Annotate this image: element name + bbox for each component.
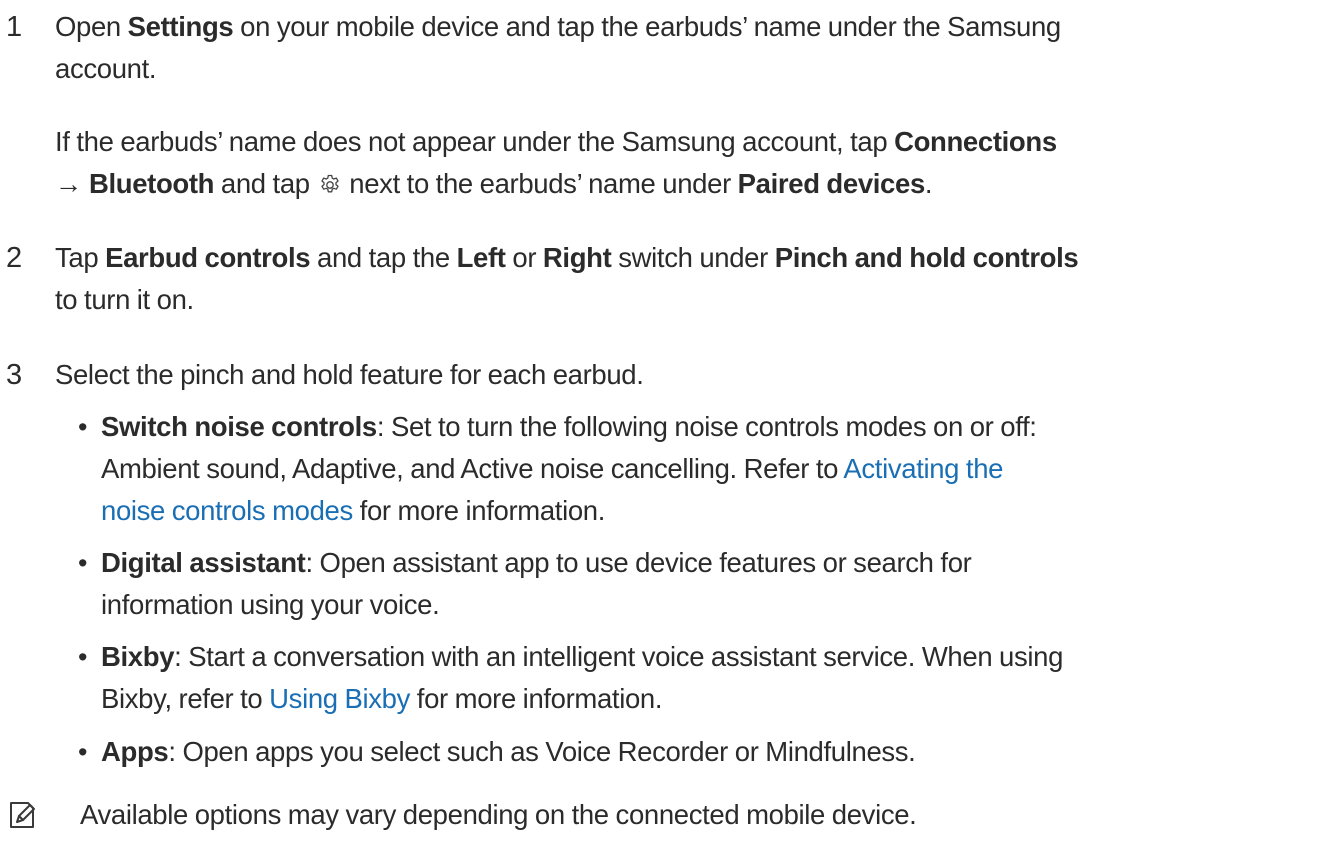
- text: : Set to turn the following noise contro…: [376, 411, 1037, 442]
- text: switch under: [611, 242, 775, 273]
- bullet-switch-noise-controls-line-1: Switch noise controls: Set to turn the f…: [101, 406, 1333, 448]
- ui-term-apps: Apps: [101, 736, 169, 767]
- text: : Open apps you select such as Voice Rec…: [168, 736, 916, 767]
- text: information using your voice.: [101, 589, 440, 620]
- text: Select the pinch and hold feature for ea…: [55, 359, 644, 390]
- bullet-apps-line-1: Apps: Open apps you select such as Voice…: [101, 731, 1333, 773]
- bullet-dot: •: [78, 412, 88, 442]
- document-page: 1 Open Settings on your mobile device an…: [0, 0, 1341, 844]
- bullet-bixby-line-2: Bixby, refer to Using Bixby for more inf…: [101, 678, 1333, 720]
- ui-term-pinch-and-hold-controls: Pinch and hold controls: [774, 242, 1079, 273]
- ui-term-earbud-controls: Earbud controls: [105, 242, 311, 273]
- text: on your mobile device and tap the earbud…: [233, 11, 1061, 42]
- ui-term-digital-assistant: Digital assistant: [101, 547, 306, 578]
- step-number: 3: [6, 359, 23, 391]
- text: for more information.: [352, 495, 606, 526]
- link-activating-noise-controls-modes-cont[interactable]: noise controls modes: [101, 495, 353, 526]
- text: next to the earbuds’ name under: [342, 168, 738, 199]
- link-using-bixby[interactable]: Using Bixby: [269, 683, 410, 714]
- step-3-line-1: Select the pinch and hold feature for ea…: [55, 354, 1331, 396]
- text: and tap: [214, 168, 317, 199]
- text: or: [505, 242, 543, 273]
- text: If the earbuds’ name does not appear und…: [55, 126, 895, 157]
- bullet-dot: •: [78, 548, 88, 578]
- text: and tap the: [310, 242, 457, 273]
- text: Tap: [55, 242, 106, 273]
- step-1-line-2: account.: [55, 48, 1331, 90]
- ui-term-right: Right: [542, 242, 612, 273]
- gear-icon: [320, 174, 339, 193]
- bullet-digital-assistant-line-2: information using your voice.: [101, 584, 1333, 626]
- ui-term-bluetooth: Bluetooth: [88, 168, 215, 199]
- bullet-bixby-line-1: Bixby: Start a conversation with an inte…: [101, 636, 1333, 678]
- text: Open: [55, 11, 128, 42]
- ui-term-bixby: Bixby: [101, 641, 175, 672]
- ui-term-left: Left: [456, 242, 506, 273]
- step-number: 2: [6, 242, 23, 274]
- ui-term-connections: Connections: [894, 126, 1057, 157]
- step-number: 1: [6, 11, 23, 43]
- bullet-switch-noise-controls-line-3: noise controls modes for more informatio…: [101, 490, 1333, 532]
- text: Ambient sound, Adaptive, and Active nois…: [101, 453, 844, 484]
- ui-term-switch-noise-controls: Switch noise controls: [101, 411, 377, 442]
- bullet-dot: •: [78, 642, 88, 672]
- step-1-line-4: → Bluetooth and tap next to the earbuds’…: [55, 163, 1331, 205]
- text: : Open assistant app to use device featu…: [305, 547, 972, 578]
- step-1-line-3: If the earbuds’ name does not appear und…: [55, 121, 1331, 163]
- step-1-line-1: Open Settings on your mobile device and …: [55, 6, 1331, 48]
- text: Bixby, refer to: [101, 683, 270, 714]
- step-2-line-1: Tap Earbud controls and tap the Left or …: [55, 237, 1331, 279]
- bullet-dot: •: [78, 737, 88, 767]
- note-pencil-icon: [10, 802, 35, 828]
- link-activating-noise-controls-modes[interactable]: Activating the: [843, 453, 1003, 484]
- text: to turn it on.: [55, 284, 194, 315]
- text: .: [924, 168, 933, 199]
- bullet-switch-noise-controls-line-2: Ambient sound, Adaptive, and Active nois…: [101, 448, 1333, 490]
- bullet-digital-assistant-line-1: Digital assistant: Open assistant app to…: [101, 542, 1333, 584]
- arrow-icon: →: [55, 168, 89, 199]
- note-text: Available options may vary depending on …: [80, 799, 917, 830]
- text: account.: [55, 53, 157, 84]
- text: for more information.: [410, 683, 663, 714]
- ui-term-paired-devices: Paired devices: [737, 168, 926, 199]
- ui-term-settings: Settings: [127, 11, 234, 42]
- text: : Start a conversation with an intellige…: [174, 641, 1064, 672]
- step-2-line-2: to turn it on.: [55, 279, 1331, 321]
